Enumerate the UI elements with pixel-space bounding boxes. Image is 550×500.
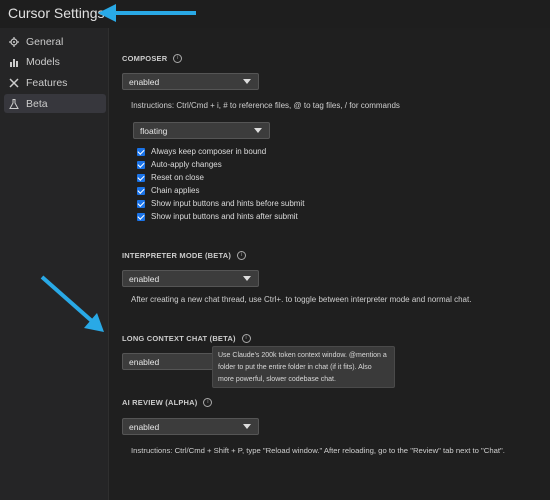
annotation-arrows [40,4,196,332]
arrow-icon [98,4,196,22]
arrow-icon [40,275,104,332]
